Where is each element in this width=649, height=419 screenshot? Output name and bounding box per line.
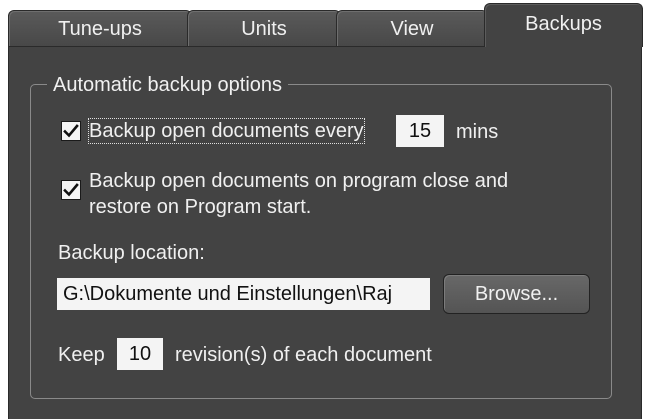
browse-button[interactable]: Browse... (443, 274, 590, 314)
backup-on-close-checkbox[interactable] (61, 180, 81, 200)
group-title: Automatic backup options (47, 73, 289, 97)
panel-divider (8, 46, 484, 47)
tab-backups[interactable]: Backups (484, 3, 643, 47)
options-dialog: Tune-ups Units View Backups Automatic ba… (0, 0, 649, 419)
checkmark-icon (63, 183, 79, 197)
backup-every-checkbox[interactable] (61, 121, 81, 141)
checkmark-icon (63, 124, 79, 138)
backup-on-close-label-line1[interactable]: Backup open documents on program close a… (89, 169, 508, 193)
tab-strip: Tune-ups Units View Backups (0, 0, 649, 48)
backup-every-label[interactable]: Backup open documents every (88, 118, 365, 144)
revisions-suffix-label: revision(s) of each document (175, 344, 432, 366)
tab-units[interactable]: Units (187, 10, 341, 48)
keep-label: Keep (58, 344, 105, 366)
mins-unit-label: mins (456, 121, 499, 143)
tab-view[interactable]: View (336, 10, 488, 48)
backup-location-input[interactable] (57, 278, 430, 310)
backup-on-close-label-line2[interactable]: restore on Program start. (89, 195, 311, 219)
tab-tune-ups[interactable]: Tune-ups (8, 10, 192, 48)
revisions-count-input[interactable] (117, 338, 163, 370)
backup-location-label: Backup location: (58, 242, 205, 264)
backup-interval-input[interactable] (396, 115, 444, 147)
